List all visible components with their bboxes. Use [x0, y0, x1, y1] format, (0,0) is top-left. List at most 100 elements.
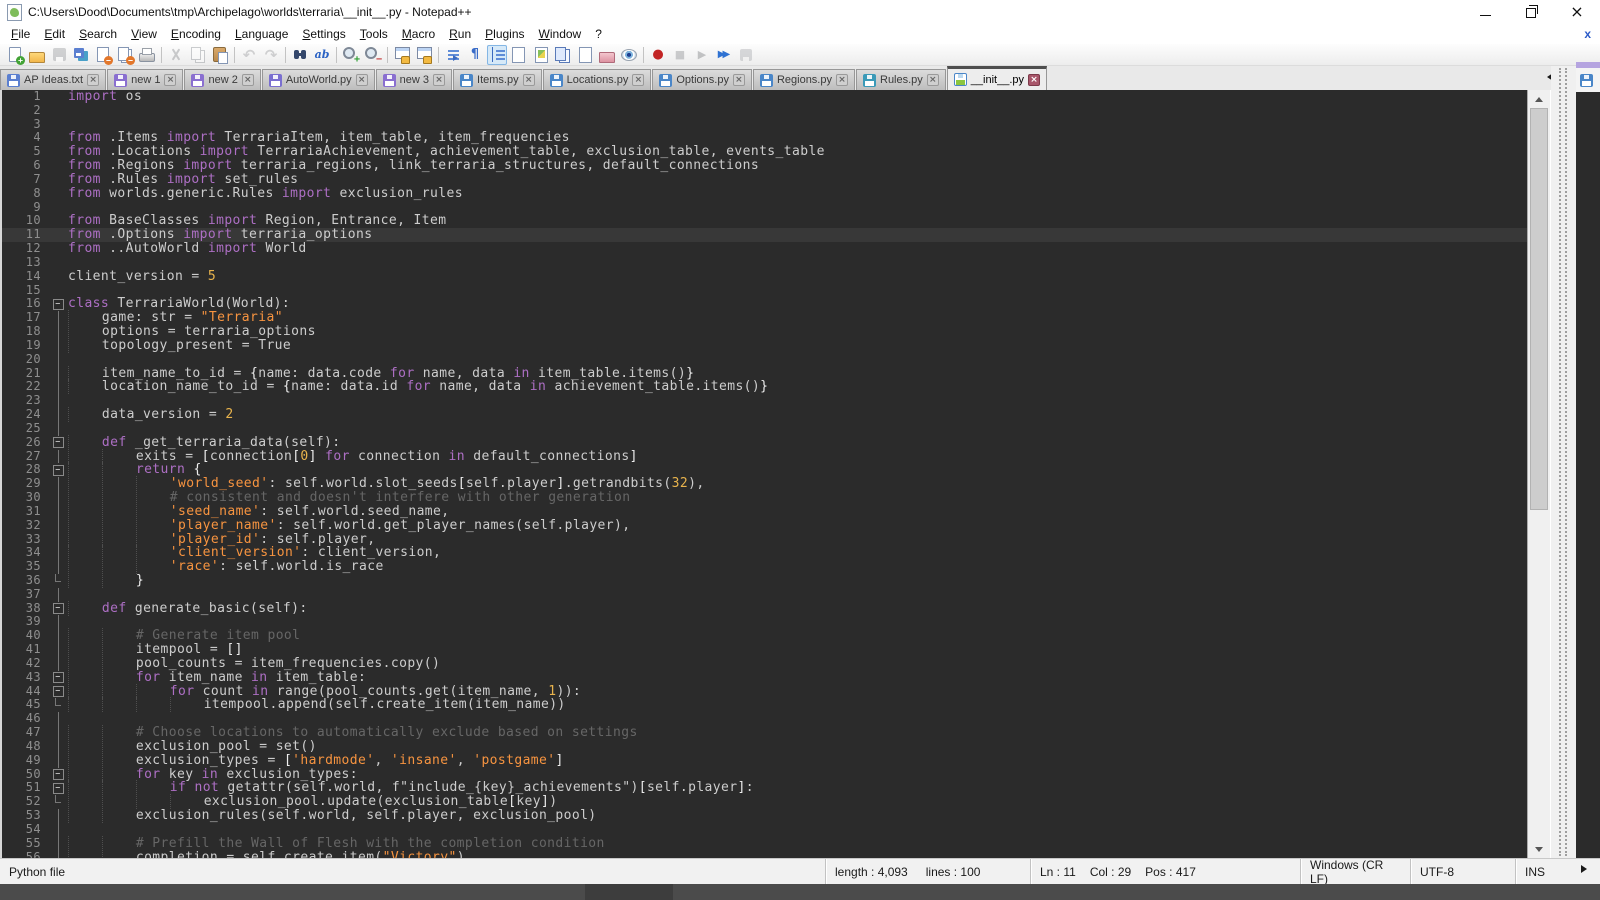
tab-close-icon[interactable]: × [433, 74, 445, 86]
close-file-button[interactable] [93, 45, 113, 65]
cut-button[interactable] [166, 45, 186, 65]
word-wrap-button[interactable] [443, 45, 463, 65]
vertical-scrollbar[interactable] [1527, 90, 1550, 858]
macro-save-button[interactable] [736, 45, 756, 65]
fold-toggle-icon[interactable] [48, 602, 68, 616]
tab-items-py[interactable]: Items.py× [453, 69, 542, 90]
code-line-1: 1import os [2, 90, 1527, 104]
fold-toggle-icon[interactable] [48, 671, 68, 685]
copy-button[interactable] [188, 45, 208, 65]
tab-close-icon[interactable]: × [242, 74, 254, 86]
function-list-button[interactable]: ϟ [509, 45, 529, 65]
fold-margin [48, 380, 68, 394]
zoom-in-button[interactable] [341, 45, 361, 65]
close-all-button[interactable] [115, 45, 135, 65]
panel-collapse-arrow-icon[interactable] [1581, 865, 1591, 873]
code-line-49: 49 exclusion_types = ['hardmode', 'insan… [2, 754, 1527, 768]
save-all-button[interactable] [71, 45, 91, 65]
tab-close-icon[interactable]: × [87, 74, 99, 86]
monitoring-button[interactable] [619, 45, 639, 65]
tab-close-icon[interactable]: × [733, 74, 745, 86]
scroll-down-button[interactable] [1528, 841, 1550, 858]
tab-ap-ideas-txt[interactable]: AP Ideas.txt× [0, 69, 106, 90]
tab-rules-py[interactable]: Rules.py× [856, 69, 946, 90]
menu-item-settings[interactable]: Settings [295, 25, 352, 43]
tab-close-icon[interactable]: × [164, 74, 176, 86]
menu-item-window[interactable]: Window [532, 25, 589, 43]
tab-autoworld-py[interactable]: AutoWorld.py× [262, 69, 375, 90]
tab-options-py[interactable]: Options.py× [652, 69, 752, 90]
sync-vertical-scroll-button[interactable] [392, 45, 412, 65]
undo-button[interactable]: ↶ [239, 45, 259, 65]
tab-close-icon[interactable]: × [927, 74, 939, 86]
fold-toggle-icon[interactable] [48, 781, 68, 795]
status-encoding[interactable]: UTF-8 [1410, 859, 1515, 884]
code-text: exclusion_pool.update(exclusion_table[ke… [68, 795, 1527, 809]
fold-toggle-icon[interactable] [48, 685, 68, 699]
replace-button[interactable]: ab [312, 45, 332, 65]
zoom-out-button[interactable] [363, 45, 383, 65]
toolbar-separator [161, 47, 162, 63]
tab-regions-py[interactable]: Regions.py× [753, 69, 855, 90]
tab-new-2[interactable]: new 2× [184, 69, 260, 90]
restore-button[interactable] [1508, 0, 1554, 24]
menu-item-view[interactable]: View [124, 25, 164, 43]
menu-item-encoding[interactable]: Encoding [164, 25, 228, 43]
code-line-10: 10from BaseClasses import Region, Entran… [2, 214, 1527, 228]
tab-locations-py[interactable]: Locations.py× [543, 69, 652, 90]
docked-panel-tab[interactable] [1576, 68, 1600, 92]
menu-item-plugins[interactable]: Plugins [478, 25, 531, 43]
status-length: length : 4,093 lines : 100 [825, 859, 1030, 884]
menu-item-language[interactable]: Language [228, 25, 295, 43]
macro-run-multiple-button[interactable]: ▶▶ [714, 45, 734, 65]
menu-item-search[interactable]: Search [72, 25, 124, 43]
tab-close-icon[interactable]: × [1028, 74, 1040, 86]
print-button[interactable] [137, 45, 157, 65]
close-button[interactable]: × [1554, 0, 1600, 24]
code-editor[interactable]: 1import os234from .Items import Terraria… [0, 90, 1527, 858]
minimize-button[interactable] [1462, 0, 1508, 24]
scrollbar-thumb[interactable] [1530, 108, 1548, 510]
open-file-button[interactable] [27, 45, 47, 65]
menu-item-[interactable]: ? [588, 25, 609, 43]
menu-item-tools[interactable]: Tools [353, 25, 395, 43]
status-eol-format[interactable]: Windows (CR LF) [1300, 859, 1410, 884]
document-list-icon [1580, 74, 1593, 87]
show-indent-guide-button[interactable] [487, 45, 507, 65]
find-button[interactable] [290, 45, 310, 65]
document-map-button[interactable] [531, 45, 551, 65]
menu-item-run[interactable]: Run [442, 25, 478, 43]
tab-close-icon[interactable]: × [356, 74, 368, 86]
scroll-up-button[interactable] [1528, 90, 1550, 107]
macro-play-button[interactable]: ▶ [692, 45, 712, 65]
code-line-42: 42 pool_counts = item_frequencies.copy() [2, 657, 1527, 671]
folder-as-workspace-button[interactable] [597, 45, 617, 65]
save-button[interactable] [49, 45, 69, 65]
fold-toggle-icon[interactable] [48, 436, 68, 450]
show-all-characters-button[interactable]: ¶ [465, 45, 485, 65]
tab-close-icon[interactable]: × [836, 74, 848, 86]
tab-__init__-py[interactable]: __init__.py× [947, 66, 1047, 90]
sync-horizontal-scroll-button[interactable] [414, 45, 434, 65]
paste-button[interactable] [210, 45, 230, 65]
fold-toggle-icon[interactable] [48, 768, 68, 782]
tab-new-1[interactable]: new 1× [107, 69, 183, 90]
tab-new-3[interactable]: new 3× [376, 69, 452, 90]
define-language-button[interactable]: ƒ [575, 45, 595, 65]
new-file-button[interactable] [5, 45, 25, 65]
macro-record-button[interactable]: ● [648, 45, 668, 65]
menu-item-macro[interactable]: Macro [395, 25, 442, 43]
menu-item-edit[interactable]: Edit [37, 25, 72, 43]
menu-item-file[interactable]: File [4, 25, 37, 43]
document-list-button[interactable] [553, 45, 573, 65]
fold-toggle-icon[interactable] [48, 297, 68, 311]
tab-close-icon[interactable]: × [632, 74, 644, 86]
redo-button[interactable]: ↷ [261, 45, 281, 65]
tab-close-icon[interactable]: × [523, 74, 535, 86]
menubar-close-doc-icon[interactable]: x [1584, 27, 1596, 41]
fold-toggle-icon[interactable] [48, 463, 68, 477]
macro-stop-button[interactable]: ■ [670, 45, 690, 65]
tab-bar: AP Ideas.txt×new 1×new 2×AutoWorld.py×ne… [0, 66, 1600, 90]
panel-splitter[interactable] [1551, 66, 1576, 858]
line-number: 39 [2, 615, 48, 629]
